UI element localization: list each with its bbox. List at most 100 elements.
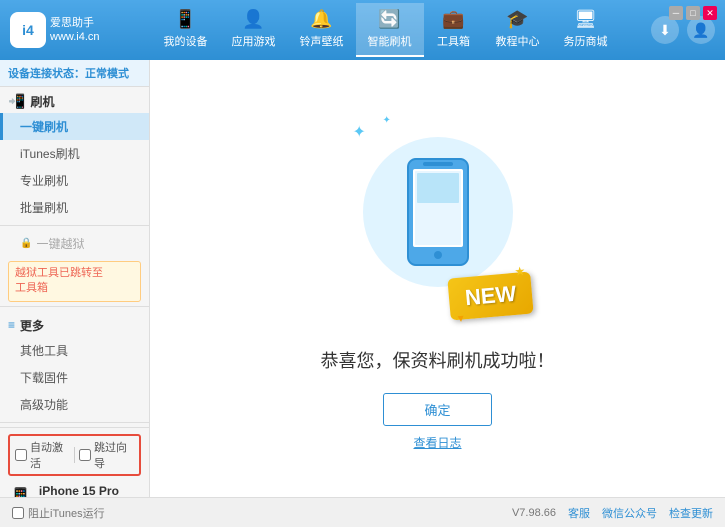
service-icon: 🖥	[574, 9, 597, 30]
header-icons: ⬇ 👤	[651, 16, 715, 44]
tab-ringtones[interactable]: 🔔 铃声壁纸	[288, 3, 356, 57]
flash-group-label: 刷机	[30, 93, 54, 110]
flash-group-header[interactable]: 📲 刷机	[0, 87, 149, 113]
success-text: 恭喜您，保资料刷机成功啦！	[321, 347, 555, 373]
itunes-check[interactable]: 阻止iTunes运行	[12, 505, 105, 521]
new-badge: ★ NEW ▼	[448, 271, 535, 320]
device-info: 📱 iPhone 15 Pro Max 512GB iPhone	[8, 480, 141, 497]
logo: i4 爱思助手 www.i4.cn	[10, 12, 120, 48]
tab-my-device-label: 我的设备	[164, 33, 208, 49]
sidebar-divider-1	[0, 225, 149, 226]
tab-service[interactable]: 🖥 务历商城	[552, 3, 620, 57]
device-phone-icon: 📱	[8, 486, 33, 497]
content-area: ✦ ✦ ★ NEW ▼ 恭喜您，保资料刷机成功啦！ 确定 查看日志	[150, 60, 725, 497]
advanced-label: 高级功能	[20, 398, 68, 412]
nav-tabs: 📱 我的设备 👤 应用游戏 🔔 铃声壁纸 🔄 智能刷机 💼 工具箱 🎓 教程中心…	[120, 3, 651, 57]
auto-activate-input[interactable]	[15, 449, 27, 461]
device-section: 自动激活 跳过向导 📱 iPhone 15 Pro Max 512GB iPho…	[0, 427, 149, 497]
tab-apps-games-label: 应用游戏	[232, 33, 276, 49]
header: i4 爱思助手 www.i4.cn 📱 我的设备 👤 应用游戏 🔔 铃声壁纸 🔄…	[0, 0, 725, 60]
badge-arrow-icon: ▼	[456, 313, 467, 325]
batch-flash-label: 批量刷机	[20, 201, 68, 215]
tab-tutorials[interactable]: 🎓 教程中心	[484, 3, 552, 57]
other-tools-label: 其他工具	[20, 344, 68, 358]
badge-star-icon: ★	[514, 263, 526, 278]
checkbox-divider	[74, 447, 75, 463]
footer: 阻止iTunes运行 V7.98.66 客服 微信公众号 检查更新	[0, 497, 725, 527]
tab-tutorials-label: 教程中心	[496, 33, 540, 49]
itunes-label: 阻止iTunes运行	[28, 505, 105, 521]
user-header-button[interactable]: 👤	[687, 16, 715, 44]
status-label: 设备连接状态：	[8, 68, 85, 80]
check-update-link[interactable]: 检查更新	[669, 505, 713, 521]
sidebar-item-download-firmware[interactable]: 下载固件	[0, 364, 149, 391]
tab-my-device[interactable]: 📱 我的设备	[152, 3, 220, 57]
logo-text: 爱思助手 www.i4.cn	[50, 16, 100, 45]
tab-ringtones-label: 铃声壁纸	[300, 33, 344, 49]
status-value: 正常模式	[85, 68, 129, 80]
view-log-link[interactable]: 查看日志	[413, 434, 461, 451]
pro-flash-label: 专业刷机	[20, 174, 68, 188]
more-group-header[interactable]: ≡ 更多	[0, 311, 149, 337]
auto-guide-checkbox[interactable]: 跳过向导	[79, 439, 134, 471]
confirm-button[interactable]: 确定	[383, 393, 491, 426]
footer-right: V7.98.66 客服 微信公众号 检查更新	[512, 505, 713, 521]
logo-letters: i4	[22, 22, 34, 38]
apps-games-icon: 👤	[242, 9, 264, 30]
itunes-flash-label: iTunes刷机	[20, 147, 80, 161]
toolbox-icon: 💼	[442, 9, 464, 30]
itunes-checkbox[interactable]	[12, 507, 24, 519]
tab-apps-games[interactable]: 👤 应用游戏	[220, 3, 288, 57]
sidebar-item-jailbreak: 🔒 一键越狱	[0, 230, 149, 257]
device-details: iPhone 15 Pro Max 512GB iPhone	[39, 484, 141, 497]
footer-left: 阻止iTunes运行	[12, 505, 105, 521]
download-header-button[interactable]: ⬇	[651, 16, 679, 44]
logo-name: 爱思助手	[50, 16, 100, 30]
more-group-icon: ≡	[8, 318, 15, 332]
lock-icon: 🔒	[20, 238, 32, 249]
tutorials-icon: 🎓	[506, 9, 528, 30]
sidebar-item-pro-flash[interactable]: 专业刷机	[0, 167, 149, 194]
auto-activate-checkbox[interactable]: 自动激活	[15, 439, 70, 471]
my-device-icon: 📱	[174, 9, 196, 30]
tab-service-label: 务历商城	[564, 33, 608, 49]
auto-guide-input[interactable]	[79, 449, 91, 461]
jailbreak-notice: 越狱工具已跳转至工具箱	[8, 261, 141, 302]
ringtones-icon: 🔔	[310, 9, 332, 30]
new-badge-text: NEW	[464, 280, 517, 309]
minimize-button[interactable]: ─	[669, 6, 683, 20]
auto-guide-label: 跳过向导	[94, 439, 134, 471]
wechat-link[interactable]: 微信公众号	[602, 505, 657, 521]
version-label: V7.98.66	[512, 507, 556, 519]
one-key-flash-label: 一键刷机	[20, 120, 68, 134]
close-button[interactable]: ✕	[703, 6, 717, 20]
flash-group-icon: 📲	[8, 93, 25, 110]
logo-url: www.i4.cn	[50, 30, 100, 44]
sidebar-item-batch-flash[interactable]: 批量刷机	[0, 194, 149, 221]
sparkle2-icon: ✦	[383, 115, 391, 126]
logo-icon: i4	[10, 12, 46, 48]
jailbreak-label: 一键越狱	[36, 235, 84, 252]
sidebar-item-other-tools[interactable]: 其他工具	[0, 337, 149, 364]
success-illustration: ✦ ✦ ★ NEW ▼	[338, 107, 538, 327]
sidebar-divider-2	[0, 306, 149, 307]
tab-toolbox-label: 工具箱	[437, 33, 470, 49]
tab-smart-flash[interactable]: 🔄 智能刷机	[356, 3, 424, 57]
customer-service-link[interactable]: 客服	[568, 505, 590, 521]
smart-flash-icon: 🔄	[378, 9, 400, 30]
download-firmware-label: 下载固件	[20, 371, 68, 385]
tab-smart-flash-label: 智能刷机	[368, 33, 412, 49]
sparkle-icon: ✦	[353, 122, 366, 142]
tab-toolbox[interactable]: 💼 工具箱	[424, 3, 484, 57]
device-name: iPhone 15 Pro Max	[39, 484, 141, 497]
sidebar: 设备连接状态：正常模式 📲 刷机 一键刷机 iTunes刷机 专业刷机 批量刷机…	[0, 60, 150, 497]
phone-svg	[403, 157, 473, 267]
window-controls[interactable]: ─ □ ✕	[669, 6, 717, 20]
sidebar-status: 设备连接状态：正常模式	[0, 60, 149, 87]
sidebar-divider-3	[0, 422, 149, 423]
auto-check-row: 自动激活 跳过向导	[8, 434, 141, 476]
sidebar-item-one-key-flash[interactable]: 一键刷机	[0, 113, 149, 140]
maximize-button[interactable]: □	[686, 6, 700, 20]
sidebar-item-itunes-flash[interactable]: iTunes刷机	[0, 140, 149, 167]
sidebar-item-advanced[interactable]: 高级功能	[0, 391, 149, 418]
